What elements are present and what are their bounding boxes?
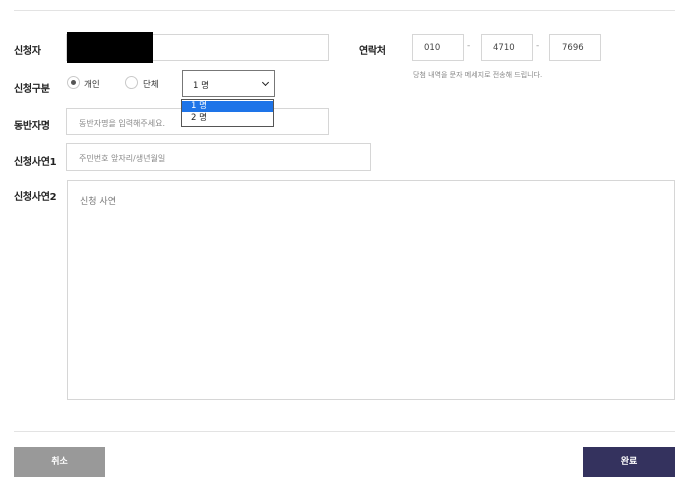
phone-part3-value: 7696	[562, 43, 584, 53]
applicant-name-input[interactable]	[66, 32, 329, 63]
submit-button[interactable]: 완료	[583, 447, 675, 477]
bottom-divider	[14, 431, 675, 432]
reason1-placeholder: 주민번호 앞자리/생년월일	[79, 154, 166, 163]
reason2-label: 신청사연2	[14, 192, 57, 203]
type-label: 신청구분	[14, 84, 50, 95]
type-individual-radio[interactable]	[67, 76, 80, 89]
cancel-button[interactable]: 취소	[14, 447, 105, 477]
chevron-down-icon	[261, 78, 270, 87]
reason1-label: 신청사연1	[14, 157, 57, 168]
redacted-name	[67, 32, 153, 63]
count-select-value: 1 명	[193, 81, 209, 91]
contact-note: 당첨 내역을 문자 메세지로 전송해 드립니다.	[413, 71, 543, 79]
count-select-dropdown[interactable]: 1 명 2 명	[181, 99, 274, 127]
count-option-2[interactable]: 2 명	[182, 113, 273, 124]
count-option-1[interactable]: 1 명	[182, 101, 273, 112]
type-group-radio[interactable]	[125, 76, 138, 89]
reason1-input[interactable]: 주민번호 앞자리/생년월일	[66, 143, 371, 171]
companion-placeholder: 동반자명을 입력해주세요.	[79, 119, 166, 128]
phone-part1-value: 010	[424, 43, 441, 53]
applicant-label: 신청자	[14, 46, 41, 57]
reason2-placeholder: 신청 사연	[80, 197, 116, 207]
type-individual-label: 개인	[84, 80, 100, 90]
phone-part3-input[interactable]: 7696	[549, 34, 601, 61]
phone-part2-input[interactable]: 4710	[481, 34, 533, 61]
phone-separator: -	[536, 41, 540, 51]
phone-part1-input[interactable]: 010	[412, 34, 464, 61]
contact-label: 연락처	[359, 46, 386, 57]
phone-separator: -	[467, 41, 471, 51]
count-select[interactable]: 1 명	[182, 70, 275, 97]
type-group-label: 단체	[143, 80, 159, 90]
companion-label: 동반자명	[14, 121, 50, 132]
top-divider	[14, 10, 675, 11]
reason2-textarea[interactable]: 신청 사연	[67, 180, 675, 400]
phone-part2-value: 4710	[493, 43, 515, 53]
